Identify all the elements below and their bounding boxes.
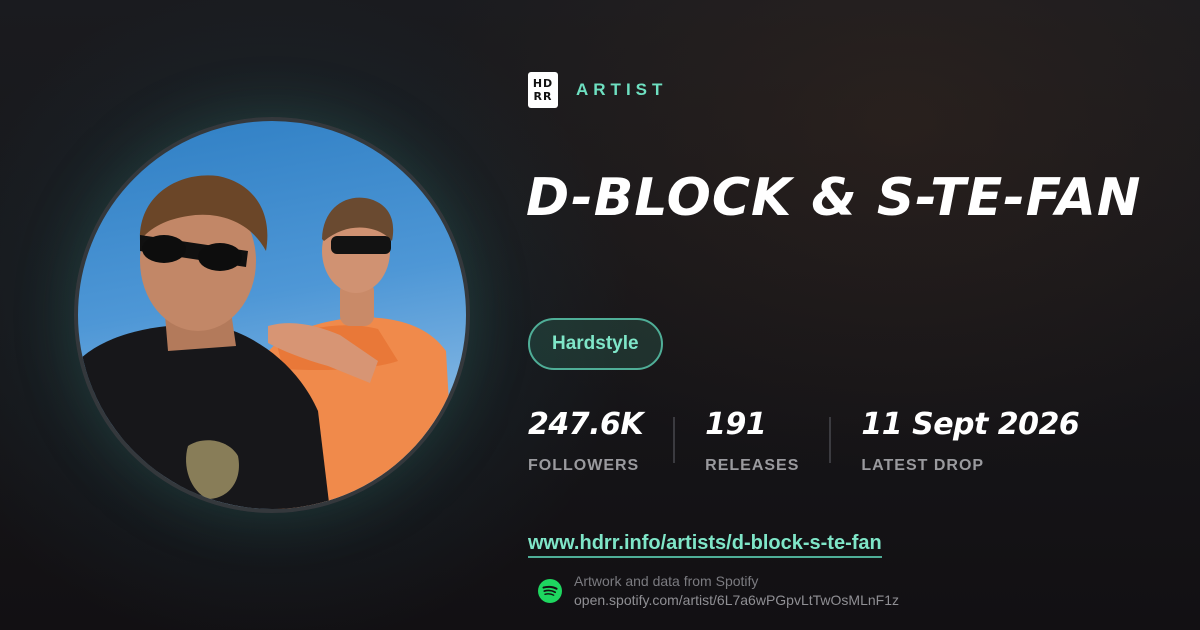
stat-divider — [829, 417, 832, 463]
releases-value: 191 — [705, 407, 767, 442]
followers-label: FOLLOWERS — [528, 457, 640, 474]
page-kicker: ARTIST — [576, 80, 668, 99]
genre-tag[interactable]: Hardstyle — [528, 318, 663, 370]
artist-photo — [74, 117, 470, 513]
logo-line-2: RR — [533, 90, 553, 103]
source-attribution: Artwork and data from Spotify open.spoti… — [538, 572, 899, 610]
followers-value: 247.6K — [528, 407, 644, 442]
logo-line-1: HD — [532, 77, 554, 90]
spotify-url[interactable]: open.spotify.com/artist/6L7a6wPGpvLtTwOs… — [574, 591, 899, 610]
hdrr-logo[interactable]: HD RR — [528, 72, 558, 108]
stat-releases: 191 RELEASES — [705, 405, 799, 475]
stat-latest-drop: 11 Sept 2026 LATEST DROP — [861, 405, 1079, 475]
latest-drop-value: 11 Sept 2026 — [861, 407, 1080, 442]
releases-label: RELEASES — [705, 457, 800, 474]
brand-header: HD RR ARTIST — [528, 72, 667, 108]
latest-drop-label: LATEST DROP — [861, 457, 985, 474]
stat-divider — [673, 417, 676, 463]
artist-photo-illustration — [78, 175, 450, 509]
stat-followers: 247.6K FOLLOWERS — [528, 405, 644, 475]
spotify-icon — [538, 579, 562, 603]
artist-stats: 247.6K FOLLOWERS 191 RELEASES 11 Sept 20… — [528, 405, 1080, 475]
source-caption: Artwork and data from Spotify — [574, 573, 759, 589]
artist-page-link[interactable]: www.hdrr.info/artists/d-block-s-te-fan — [528, 532, 882, 558]
artist-name: D-BLOCK & S-TE-FAN — [526, 168, 1142, 228]
source-text: Artwork and data from Spotify open.spoti… — [574, 572, 899, 610]
